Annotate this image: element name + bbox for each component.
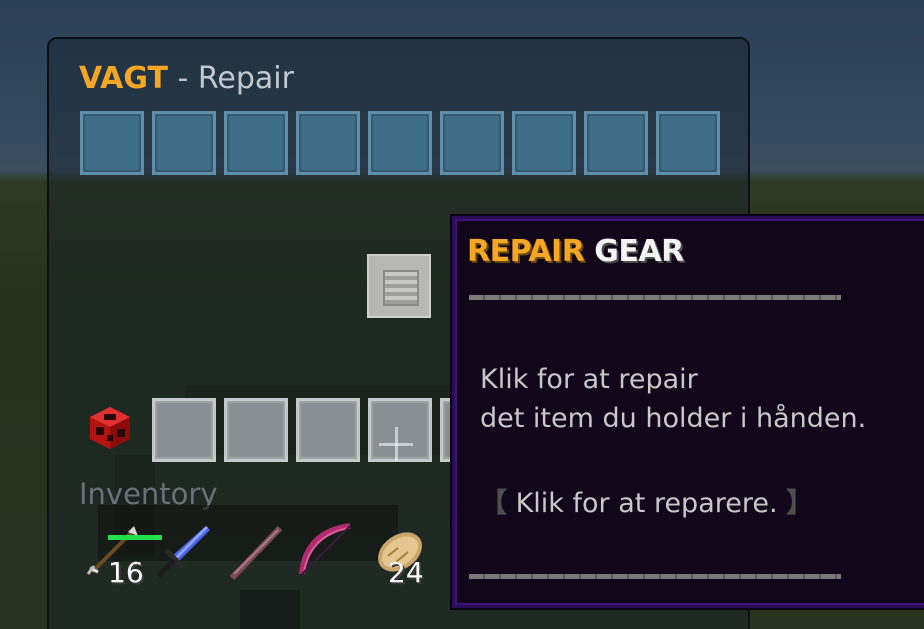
tooltip-title-repair: REPAIR (467, 234, 585, 269)
stick-icon[interactable] (226, 524, 282, 580)
tooltip-bracket-close: 】 (786, 488, 814, 519)
window-title: VAGT - Repair (79, 61, 294, 96)
tooltip-action: 【 Klik for at reparere. 】 (480, 481, 813, 520)
tooltip-action-text: Klik for at reparere. (515, 488, 778, 519)
container-slot[interactable] (80, 111, 144, 175)
tooltip-divider-bottom (469, 574, 841, 579)
container-slot[interactable] (656, 111, 720, 175)
sword-durability-fill (108, 535, 162, 540)
window-title-separator: - (177, 61, 189, 96)
tooltip-title: REPAIR GEAR (467, 234, 684, 269)
repair-tooltip: REPAIR GEAR Klik for at repair det item … (452, 216, 924, 608)
crosshair-icon (379, 427, 413, 461)
container-slot[interactable] (512, 111, 576, 175)
arrow-count: 16 (108, 556, 144, 589)
tooltip-divider-top (469, 295, 841, 300)
window-title-sub: Repair (197, 61, 294, 96)
stone-button-icon[interactable] (367, 254, 431, 318)
tnt-icon (90, 407, 130, 449)
container-slot[interactable] (440, 111, 504, 175)
inventory-slot[interactable] (224, 398, 288, 462)
container-slot[interactable] (152, 111, 216, 175)
window-title-brand: VAGT (79, 61, 168, 96)
bread-count: 24 (388, 556, 424, 589)
bow-icon[interactable] (296, 522, 352, 578)
tooltip-description-line-1: Klik for at repair (480, 364, 698, 395)
tooltip-bracket-open: 【 (480, 488, 507, 519)
tooltip-title-gear: GEAR (594, 234, 684, 269)
container-slot[interactable] (296, 111, 360, 175)
container-slot[interactable] (584, 111, 648, 175)
inventory-slot[interactable] (296, 398, 360, 462)
tooltip-description-line-2: det item du holder i hånden. (480, 403, 867, 434)
sword-icon[interactable] (154, 524, 210, 580)
container-slot[interactable] (368, 111, 432, 175)
sword-durability-bar (108, 535, 162, 540)
inventory-slot[interactable] (152, 398, 216, 462)
container-slot[interactable] (224, 111, 288, 175)
